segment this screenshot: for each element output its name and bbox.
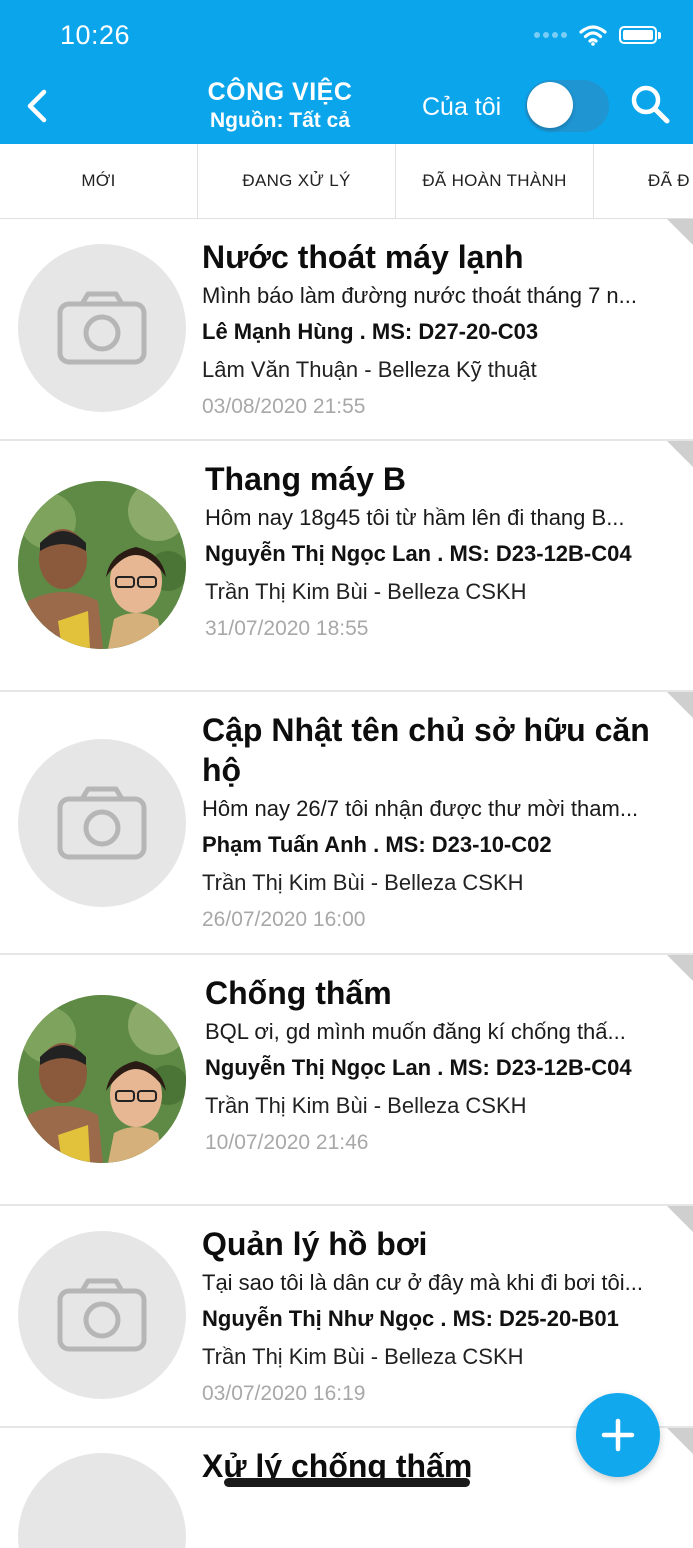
task-assignee: Trần Thị Kim Bùi - Belleza CSKH — [202, 1344, 524, 1369]
camera-icon — [57, 1278, 147, 1352]
toggle-knob — [527, 82, 573, 128]
task-date: 26/07/2020 16:00 — [202, 908, 366, 931]
task-owner: Nguyễn Thị Như Ngọc . MS: D25-20-B01 — [202, 1306, 619, 1331]
task-assignee: Trần Thị Kim Bùi - Belleza CSKH — [205, 579, 527, 604]
wifi-icon — [579, 25, 607, 46]
task-info: Nước thoát máy lạnh Mình báo làm đường n… — [202, 237, 679, 425]
page-title: CÔNG VIỆC — [207, 78, 353, 106]
task-card[interactable]: Chống thấm BQL ơi, gd mình muốn đăng kí … — [0, 955, 693, 1206]
task-description: Mình báo làm đường nước thoát tháng 7 n.… — [202, 283, 638, 308]
search-icon[interactable] — [628, 82, 672, 126]
task-info: Chống thấm BQL ơi, gd mình muốn đăng kí … — [205, 973, 679, 1161]
user-photo — [18, 481, 186, 649]
tab-in-progress[interactable]: ĐANG XỬ LÝ — [198, 144, 396, 218]
task-info: Thang máy B Hôm nay 18g45 tôi từ hầm lên… — [205, 459, 679, 647]
task-card[interactable]: Nước thoát máy lạnh Mình báo làm đường n… — [0, 219, 693, 441]
status-tabs: MỚI ĐANG XỬ LÝ ĐÃ HOÀN THÀNH ĐÃ Đ — [0, 144, 693, 219]
tab-partial[interactable]: ĐÃ Đ — [594, 144, 693, 218]
task-title: Quản lý hồ bơi — [202, 1226, 428, 1262]
task-description: Hôm nay 18g45 tôi từ hầm lên đi thang B.… — [205, 505, 625, 530]
task-title: Cập Nhật tên chủ sở hữu căn hộ — [202, 712, 650, 788]
camera-placeholder — [18, 739, 186, 907]
task-date: 03/08/2020 21:55 — [202, 395, 366, 418]
mine-filter-toggle[interactable] — [525, 80, 609, 132]
plus-icon — [601, 1418, 635, 1452]
add-task-button[interactable] — [576, 1393, 660, 1477]
camera-placeholder — [18, 244, 186, 412]
avatar-photo — [18, 995, 186, 1163]
task-list: Nước thoát máy lạnh Mình báo làm đường n… — [0, 219, 693, 1548]
status-time: 10:26 — [60, 20, 131, 50]
cellular-signal-icon — [534, 32, 567, 38]
tab-completed[interactable]: ĐÃ HOÀN THÀNH — [396, 144, 594, 218]
task-description: Hôm nay 26/7 tôi nhận được thư mời tham.… — [202, 796, 639, 821]
task-owner: Lê Mạnh Hùng . MS: D27-20-C03 — [202, 319, 539, 344]
task-date: 10/07/2020 21:46 — [205, 1131, 369, 1154]
task-owner: Nguyễn Thị Ngọc Lan . MS: D23-12B-C04 — [205, 541, 632, 566]
camera-placeholder — [18, 1231, 186, 1399]
task-info: Quản lý hồ bơi Tại sao tôi là dân cư ở đ… — [202, 1224, 679, 1412]
mine-filter-label: Của tôi — [422, 93, 502, 121]
task-title: Chống thấm — [205, 975, 392, 1011]
task-date: 31/07/2020 18:55 — [205, 617, 369, 640]
battery-icon — [619, 26, 661, 44]
task-assignee: Trần Thị Kim Bùi - Belleza CSKH — [202, 870, 524, 895]
task-title: Nước thoát máy lạnh — [202, 239, 524, 275]
task-description: Tại sao tôi là dân cư ở đây mà khi đi bơ… — [202, 1270, 643, 1295]
header-title-block: CÔNG VIỆC Nguồn: Tất cả — [180, 78, 380, 133]
camera-icon — [57, 291, 147, 365]
task-description: BQL ơi, gd mình muốn đăng kí chống thấ..… — [205, 1019, 626, 1044]
home-indicator[interactable] — [224, 1478, 470, 1487]
task-assignee: Lâm Văn Thuận - Belleza Kỹ thuật — [202, 357, 537, 382]
task-card[interactable]: Thang máy B Hôm nay 18g45 tôi từ hầm lên… — [0, 441, 693, 692]
task-info: Cập Nhật tên chủ sở hữu căn hộ Hôm nay 2… — [202, 710, 679, 938]
task-card[interactable]: Cập Nhật tên chủ sở hữu căn hộ Hôm nay 2… — [0, 692, 693, 955]
source-filter-label[interactable]: Nguồn: Tất cả — [180, 109, 380, 133]
status-icons — [534, 24, 661, 46]
task-assignee: Trần Thị Kim Bùi - Belleza CSKH — [205, 1093, 527, 1118]
task-owner: Nguyễn Thị Ngọc Lan . MS: D23-12B-C04 — [205, 1055, 632, 1080]
tab-new[interactable]: MỚI — [0, 144, 198, 218]
task-owner: Phạm Tuấn Anh . MS: D23-10-C02 — [202, 832, 552, 857]
app-header: 10:26 CÔNG VIỆC Nguồn: Tất cả Của tôi — [0, 0, 693, 144]
user-photo — [18, 995, 186, 1163]
avatar-photo — [18, 481, 186, 649]
camera-icon — [57, 786, 147, 860]
camera-placeholder — [18, 1453, 186, 1548]
task-title: Thang máy B — [205, 461, 406, 497]
back-arrow-icon[interactable] — [22, 88, 54, 124]
